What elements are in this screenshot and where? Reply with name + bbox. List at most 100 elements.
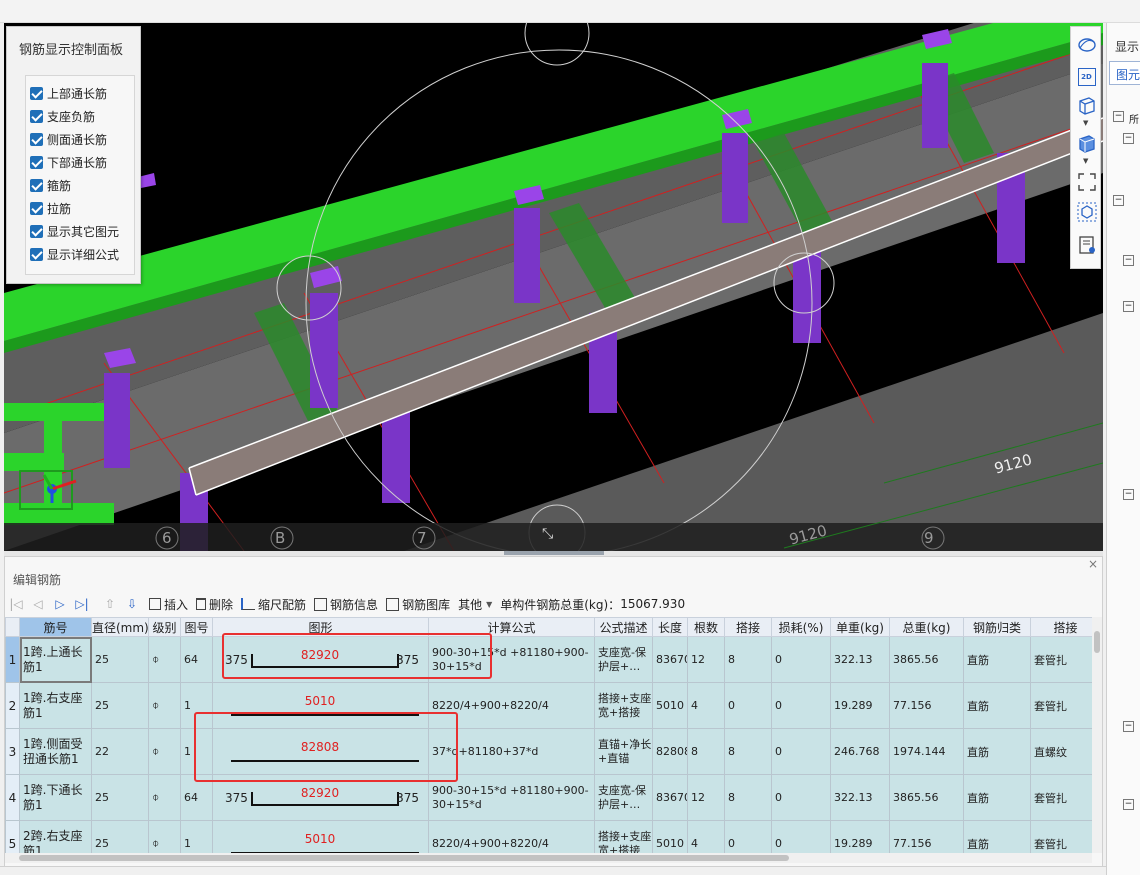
column-header[interactable]: 搭接 [724, 617, 772, 637]
total-weight-cell[interactable]: 77.156 [889, 820, 964, 853]
diameter-cell[interactable]: 22 [91, 728, 149, 775]
table-row[interactable]: 1 1跨.上通长筋1 25 ⌽ 64 375 82920 375 900-30+… [5, 636, 1092, 683]
option-top-continuous-rebar[interactable]: 上部通长筋 [30, 83, 107, 103]
formula-desc-cell[interactable]: 直锚+净长+直锚 [594, 728, 653, 775]
total-weight-cell[interactable]: 3865.56 [889, 636, 964, 683]
collapse-icon[interactable]: − [1123, 489, 1134, 500]
lap-cell[interactable]: 8 [724, 636, 772, 683]
unit-weight-cell[interactable]: 322.13 [830, 636, 890, 683]
column-header[interactable]: 钢筋归类 [963, 617, 1031, 637]
lap-type-cell[interactable]: 套管扎 [1030, 682, 1092, 729]
column-header[interactable]: 根数 [687, 617, 725, 637]
unit-weight-cell[interactable]: 19.289 [830, 682, 890, 729]
unit-weight-cell[interactable]: 19.289 [830, 820, 890, 853]
unit-weight-cell[interactable]: 322.13 [830, 774, 890, 821]
orbit-icon[interactable] [1075, 33, 1098, 56]
length-cell[interactable]: 83670 [652, 774, 688, 821]
figure-number-cell[interactable]: 1 [180, 820, 213, 853]
column-header[interactable]: 总重(kg) [889, 617, 964, 637]
category-cell[interactable]: 直筋 [963, 728, 1031, 775]
checkbox-checked-icon[interactable] [30, 178, 43, 192]
option-support-negative-rebar[interactable]: 支座负筋 [30, 106, 95, 126]
table-row[interactable]: 4 1跨.下通长筋1 25 ⌽ 64 375 82920 375 900-30+… [5, 774, 1092, 821]
option-show-detailed-formula[interactable]: 显示详细公式 [30, 244, 119, 264]
shape-cell[interactable]: 5010 [212, 820, 429, 853]
horizontal-scrollbar[interactable] [5, 853, 1092, 863]
length-cell[interactable]: 5010 [652, 682, 688, 729]
prev-record-icon[interactable]: ◁ [27, 593, 49, 615]
checkbox-checked-icon[interactable] [30, 224, 43, 238]
option-bottom-continuous-rebar[interactable]: 下部通长筋 [30, 152, 107, 172]
formula-desc-cell[interactable]: 支座宽-保护层+… [594, 774, 653, 821]
formula-desc-cell[interactable]: 搭接+支座宽+搭接 [594, 682, 653, 729]
collapse-icon[interactable]: − [1123, 721, 1134, 732]
total-weight-cell[interactable]: 3865.56 [889, 774, 964, 821]
delete-button[interactable]: 删除 [194, 593, 235, 615]
length-cell[interactable]: 5010 [652, 820, 688, 853]
grade-cell[interactable]: ⌽ [148, 820, 181, 853]
row-number[interactable]: 4 [5, 774, 20, 821]
category-cell[interactable]: 直筋 [963, 820, 1031, 853]
grade-cell[interactable]: ⌽ [148, 636, 181, 683]
checkbox-checked-icon[interactable] [30, 109, 43, 123]
checkbox-checked-icon[interactable] [30, 132, 43, 146]
vertical-scrollbar[interactable] [1092, 617, 1102, 853]
checkbox-checked-icon[interactable] [30, 247, 43, 261]
rebar-name-cell[interactable]: 1跨.右支座筋1 [19, 682, 92, 729]
3d-solid-icon[interactable] [1075, 131, 1098, 154]
lap-cell[interactable]: 0 [724, 682, 772, 729]
other-dropdown[interactable]: 其他 ▼ [456, 593, 494, 615]
table-row[interactable]: 3 1跨.侧面受扭通长筋1 22 ⌽ 1 82808 37*d+81180+37… [5, 728, 1092, 775]
option-side-continuous-rebar[interactable]: 侧面通长筋 [30, 129, 107, 149]
table-row[interactable]: 2 1跨.右支座筋1 25 ⌽ 1 5010 8220/4+900+8220/4… [5, 682, 1092, 729]
option-tie-bar[interactable]: 拉筋 [30, 198, 71, 218]
dynamic-observe-icon[interactable] [1075, 200, 1098, 223]
collapse-icon[interactable]: − [1123, 301, 1134, 312]
close-icon[interactable]: × [1088, 557, 1098, 571]
3d-box-icon[interactable] [1075, 93, 1098, 116]
rebar-info-button[interactable]: 钢筋信息 [312, 593, 380, 615]
grade-cell[interactable]: ⌽ [148, 682, 181, 729]
last-record-icon[interactable]: ▷| [71, 593, 93, 615]
diameter-cell[interactable]: 25 [91, 774, 149, 821]
2d-view-icon[interactable]: 2D [1075, 65, 1098, 88]
collapse-icon[interactable]: − [1113, 195, 1124, 206]
diameter-cell[interactable]: 25 [91, 636, 149, 683]
next-record-icon[interactable]: ▷ [49, 593, 71, 615]
lap-type-cell[interactable]: 套管扎 [1030, 636, 1092, 683]
total-weight-cell[interactable]: 77.156 [889, 682, 964, 729]
formula-desc-cell[interactable]: 支座宽-保护层+… [594, 636, 653, 683]
insert-button[interactable]: 插入 [147, 593, 190, 615]
category-cell[interactable]: 直筋 [963, 636, 1031, 683]
rebar-name-cell[interactable]: 1跨.上通长筋1 [19, 636, 92, 683]
grade-cell[interactable]: ⌽ [148, 774, 181, 821]
rebar-library-button[interactable]: 钢筋图库 [384, 593, 452, 615]
splitter-handle[interactable] [504, 551, 604, 555]
collapse-arrows-icon[interactable]: ⤡ [542, 526, 560, 544]
loss-cell[interactable]: 0 [771, 682, 831, 729]
display-tab[interactable]: 显示 [1115, 38, 1139, 55]
count-cell[interactable]: 8 [687, 728, 725, 775]
diameter-cell[interactable]: 25 [91, 820, 149, 853]
formula-cell[interactable]: 8220/4+900+8220/4 [428, 820, 595, 853]
column-header[interactable]: 直径(mm) [91, 617, 149, 637]
3d-viewport[interactable]: 6 B 7 9 9120 9120 ⤡ [4, 23, 1103, 551]
column-header[interactable]: 级别 [148, 617, 181, 637]
unit-weight-cell[interactable]: 246.768 [830, 728, 890, 775]
column-header[interactable]: 图号 [180, 617, 213, 637]
count-cell[interactable]: 4 [687, 820, 725, 853]
loss-cell[interactable]: 0 [771, 820, 831, 853]
loss-cell[interactable]: 0 [771, 774, 831, 821]
length-cell[interactable]: 83670 [652, 636, 688, 683]
column-header[interactable]: 筋号 [19, 617, 92, 637]
column-header[interactable]: 长度 [652, 617, 688, 637]
report-icon[interactable] [1075, 233, 1098, 256]
collapse-icon[interactable]: − [1113, 111, 1124, 122]
grade-cell[interactable]: ⌽ [148, 728, 181, 775]
fit-view-icon[interactable] [1075, 170, 1098, 193]
rebar-name-cell[interactable]: 1跨.下通长筋1 [19, 774, 92, 821]
column-header[interactable]: 公式描述 [594, 617, 653, 637]
category-cell[interactable]: 直筋 [963, 774, 1031, 821]
table-row[interactable]: 5 2跨.右支座筋1 25 ⌽ 1 5010 8220/4+900+8220/4… [5, 820, 1092, 853]
total-weight-cell[interactable]: 1974.144 [889, 728, 964, 775]
